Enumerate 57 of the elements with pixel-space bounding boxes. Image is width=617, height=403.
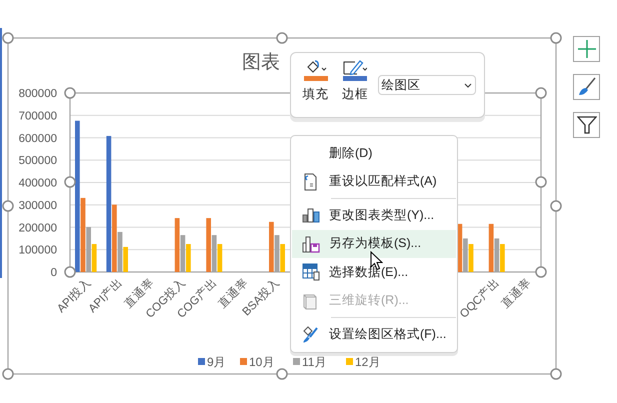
- category-label: 直通率: [499, 276, 534, 311]
- chevron-down-icon: [464, 82, 472, 88]
- legend-label: 12月: [355, 355, 380, 369]
- menu-item[interactable]: 设置绘图区格式(F)...: [292, 320, 456, 348]
- axis-label: 800000: [18, 88, 57, 100]
- paint-bucket-icon: [304, 59, 327, 75]
- resize-handle[interactable]: [535, 176, 547, 188]
- filter-icon: [576, 115, 596, 135]
- brush-icon: [302, 325, 320, 344]
- axis-label: 400000: [18, 178, 57, 190]
- chart-elements-button[interactable]: [573, 36, 600, 62]
- legend-label: 11月: [302, 355, 326, 369]
- chart-element-dropdown[interactable]: 绘图区: [378, 75, 476, 95]
- reset-document-icon: [302, 172, 318, 191]
- category-label: API产出: [86, 276, 126, 316]
- resize-handle[interactable]: [64, 176, 76, 188]
- data-grid-icon: [302, 263, 320, 282]
- resize-handle[interactable]: [64, 87, 76, 99]
- menu-item[interactable]: 另存为模板(S)...: [292, 230, 456, 258]
- resize-handle[interactable]: [535, 266, 547, 278]
- resize-handle[interactable]: [550, 32, 562, 44]
- legend-entry: 9月: [198, 355, 226, 369]
- chart-title: 图表: [242, 52, 280, 73]
- legend-entry: 10月: [240, 355, 274, 369]
- resize-handle[interactable]: [276, 368, 288, 380]
- axis-label: 300000: [18, 200, 57, 212]
- axis-label: 200000: [18, 222, 57, 234]
- brush-icon: [576, 77, 596, 97]
- resize-handle[interactable]: [276, 32, 288, 44]
- axis-label: 500000: [18, 155, 57, 168]
- fill-button[interactable]: 填充: [299, 53, 332, 103]
- axis-label: 600000: [18, 132, 57, 145]
- pencil-icon: [342, 59, 367, 75]
- legend-label: 9月: [207, 355, 226, 369]
- legend-entry: 12月: [346, 355, 380, 369]
- axis-label: 100000: [18, 244, 57, 257]
- menu-item[interactable]: 删除(D): [292, 139, 456, 168]
- outline-button[interactable]: 边框: [338, 53, 372, 103]
- resize-handle[interactable]: [535, 87, 547, 99]
- resize-handle[interactable]: [2, 32, 14, 44]
- chart-filter-button[interactable]: [573, 112, 600, 138]
- legend-label: 10月: [249, 355, 274, 369]
- cube-icon: [302, 292, 318, 310]
- axis-label: 700000: [18, 110, 57, 122]
- menu-item[interactable]: 重设以匹配样式(A): [292, 168, 456, 196]
- chart-styles-button[interactable]: [573, 74, 600, 100]
- resize-handle[interactable]: [2, 368, 14, 380]
- menu-item[interactable]: 更改图表类型(Y)...: [292, 201, 456, 230]
- resize-handle[interactable]: [550, 200, 562, 212]
- axis-label: 0: [50, 267, 57, 279]
- resize-handle[interactable]: [550, 368, 562, 380]
- resize-handle[interactable]: [2, 200, 14, 212]
- resize-handle[interactable]: [64, 266, 76, 278]
- legend-entry: 11月: [293, 355, 326, 369]
- template-save-icon: [302, 234, 320, 253]
- plus-icon: [578, 40, 596, 58]
- bar-chart-icon: [302, 207, 320, 224]
